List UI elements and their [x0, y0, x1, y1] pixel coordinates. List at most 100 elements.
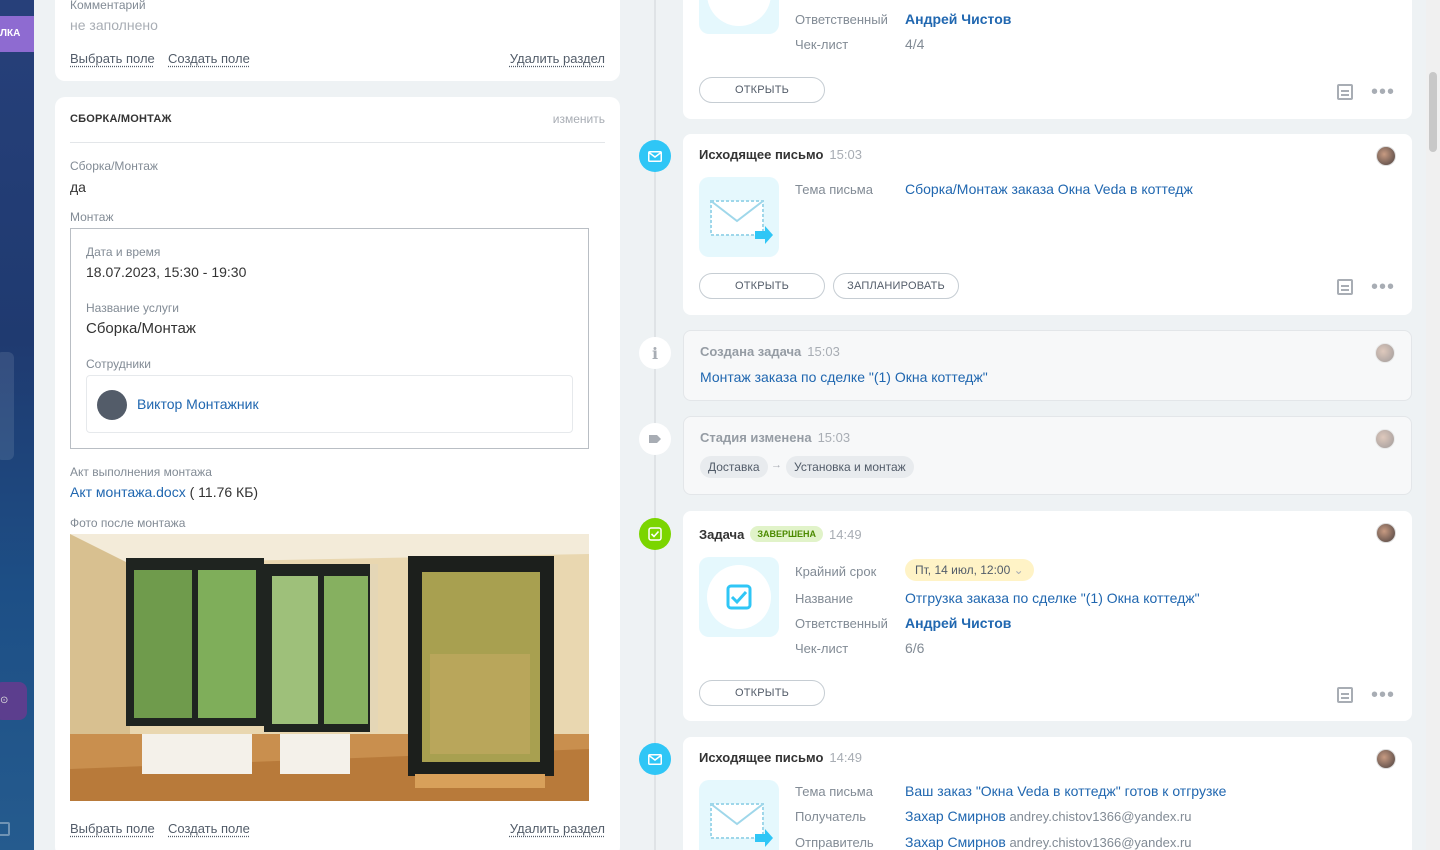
- service-label: Название услуги: [86, 301, 179, 315]
- installation-photo[interactable]: [70, 534, 589, 801]
- open-button[interactable]: ОТКРЫТЬ: [699, 680, 825, 706]
- section-title: СБОРКА/МОНТАЖ: [70, 113, 172, 125]
- more-icon[interactable]: •••: [1371, 277, 1395, 297]
- scrollbar-thumb[interactable]: [1429, 72, 1437, 152]
- note-icon[interactable]: [1337, 84, 1353, 100]
- status-badge: ЗАВЕРШЕНА: [750, 526, 824, 542]
- event-title: Исходящее письмо 14:49: [699, 750, 862, 765]
- subject-label: Тема письма: [795, 784, 873, 799]
- stage-to: Установка и монтаж: [786, 456, 914, 478]
- subject-value[interactable]: Ваш заказ "Окна Veda в коттедж" готов к …: [905, 783, 1226, 799]
- employees-label: Сотрудники: [86, 357, 151, 371]
- stage-from: Доставка: [700, 456, 768, 478]
- photo-label: Фото после монтажа: [70, 516, 186, 530]
- timeline-stage-change: Стадия изменена 15:03 Доставка → Установк…: [683, 416, 1412, 495]
- envelope-icon: [639, 743, 671, 775]
- task-tile: [699, 0, 779, 34]
- assembly-section: СБОРКА/МОНТАЖ изменить Сборка/Монтаж да …: [55, 97, 620, 850]
- avatar[interactable]: [1375, 343, 1395, 363]
- act-file-link[interactable]: Акт монтажа.docx: [70, 484, 186, 500]
- responsible-value[interactable]: Андрей Чистов: [905, 11, 1011, 27]
- task-tile: [699, 557, 779, 637]
- recipient-value: Захар Смирнов andrey.chistov1366@yandex.…: [905, 808, 1192, 824]
- timeline-task-card: Задача ЗАВЕРШЕНА 14:49 Крайний срок Пт, 14…: [683, 511, 1412, 721]
- comment-label: Комментарий: [70, 0, 146, 12]
- sender-label: Отправитель: [795, 835, 874, 850]
- field-value: да: [70, 179, 86, 195]
- check-icon: [639, 518, 671, 550]
- avatar[interactable]: [1376, 523, 1396, 543]
- more-icon[interactable]: •••: [1371, 685, 1395, 705]
- arrow-icon: →: [771, 459, 782, 471]
- divider: [70, 142, 605, 143]
- recipient-label: Получатель: [795, 809, 867, 824]
- room-window-image: [70, 534, 589, 801]
- act-label: Акт выполнения монтажа: [70, 465, 212, 479]
- edit-section-button[interactable]: изменить: [553, 112, 605, 126]
- deal-fields-column: Комментарий не заполнено Выбрать поле Со…: [34, 0, 638, 850]
- avatar: [97, 390, 127, 420]
- task-check-icon: [726, 584, 752, 610]
- checklist-value: 6/6: [905, 640, 925, 656]
- chevron-down-icon: ⌄: [1013, 563, 1024, 577]
- comment-section: Комментарий не заполнено Выбрать поле Со…: [55, 0, 620, 81]
- event-title: Стадия изменена 15:03: [700, 430, 851, 445]
- checklist-label: Чек-лист: [795, 641, 849, 656]
- timeline-email-card: Исходящее письмо 14:49 Тема письма Ваш за…: [683, 737, 1412, 850]
- checklist-value: 4/4: [905, 36, 925, 52]
- responsible-label: Ответственный: [795, 12, 888, 27]
- avatar[interactable]: [1376, 749, 1396, 769]
- subject-value[interactable]: Сборка/Монтаж заказа Окна Veda в коттедж: [905, 181, 1193, 197]
- employee-card[interactable]: Виктор Монтажник: [86, 375, 573, 433]
- name-value[interactable]: Отгрузка заказа по сделке "(1) Окна котт…: [905, 590, 1200, 606]
- plan-button[interactable]: ЗАПЛАНИРОВАТЬ: [833, 273, 959, 299]
- envelope-icon: [639, 140, 671, 172]
- field-label: Сборка/Монтаж: [70, 159, 158, 173]
- mount-block: Дата и время 18.07.2023, 15:30 - 19:30 Н…: [70, 228, 589, 449]
- rail-panel: [0, 352, 14, 460]
- open-button[interactable]: ОТКРЫТЬ: [699, 273, 825, 299]
- tag-icon: [639, 423, 671, 455]
- page-scrollbar[interactable]: [1426, 0, 1440, 850]
- select-field-link[interactable]: Выбрать поле: [70, 821, 155, 836]
- rail-tag[interactable]: ЛКА: [0, 16, 34, 52]
- datetime-value: 18.07.2023, 15:30 - 19:30: [86, 264, 247, 280]
- info-icon: i: [639, 337, 671, 369]
- envelope-icon: [710, 803, 773, 847]
- employee-name[interactable]: Виктор Монтажник: [137, 396, 259, 412]
- select-field-link[interactable]: Выбрать поле: [70, 51, 155, 66]
- event-title: Задача ЗАВЕРШЕНА 14:49: [699, 526, 862, 542]
- event-title: Исходящее письмо 15:03: [699, 147, 862, 162]
- create-field-link[interactable]: Создать поле: [168, 51, 250, 66]
- more-icon[interactable]: •••: [1371, 82, 1395, 102]
- email-tile: [699, 177, 779, 257]
- delete-section-link[interactable]: Удалить раздел: [510, 821, 605, 836]
- timeline-task-card: Ответственный Андрей Чистов Чек-лист 4/4…: [683, 0, 1412, 119]
- avatar[interactable]: [1376, 146, 1396, 166]
- timeline-created-task: Создана задача 15:03 Монтаж заказа по сде…: [683, 330, 1412, 401]
- comment-value: не заполнено: [70, 17, 158, 33]
- open-button[interactable]: ОТКРЫТЬ: [699, 77, 825, 103]
- rail-widget-button[interactable]: ⊙: [0, 682, 27, 720]
- printer-icon[interactable]: [0, 822, 10, 836]
- note-icon[interactable]: [1337, 279, 1353, 295]
- created-task-link[interactable]: Монтаж заказа по сделке "(1) Окна коттед…: [700, 369, 988, 385]
- responsible-value[interactable]: Андрей Чистов: [905, 615, 1011, 631]
- create-field-link[interactable]: Создать поле: [168, 821, 250, 836]
- name-label: Название: [795, 591, 854, 606]
- deadline-pill[interactable]: Пт, 14 июл, 12:00 ⌄: [905, 559, 1034, 581]
- service-value: Сборка/Монтаж: [86, 320, 196, 337]
- email-tile: [699, 780, 779, 850]
- mount-label: Монтаж: [70, 210, 114, 224]
- left-rail: ЛКА ⊙: [0, 0, 34, 850]
- event-title: Создана задача 15:03: [700, 344, 840, 359]
- note-icon[interactable]: [1337, 687, 1353, 703]
- delete-section-link[interactable]: Удалить раздел: [510, 51, 605, 66]
- checklist-label: Чек-лист: [795, 37, 849, 52]
- act-file: Акт монтажа.docx ( 11.76 КБ): [70, 484, 258, 500]
- responsible-label: Ответственный: [795, 616, 888, 631]
- datetime-label: Дата и время: [86, 245, 161, 259]
- sender-value: Захар Смирнов andrey.chistov1366@yandex.…: [905, 834, 1192, 850]
- avatar[interactable]: [1375, 429, 1395, 449]
- deadline-label: Крайний срок: [795, 564, 877, 579]
